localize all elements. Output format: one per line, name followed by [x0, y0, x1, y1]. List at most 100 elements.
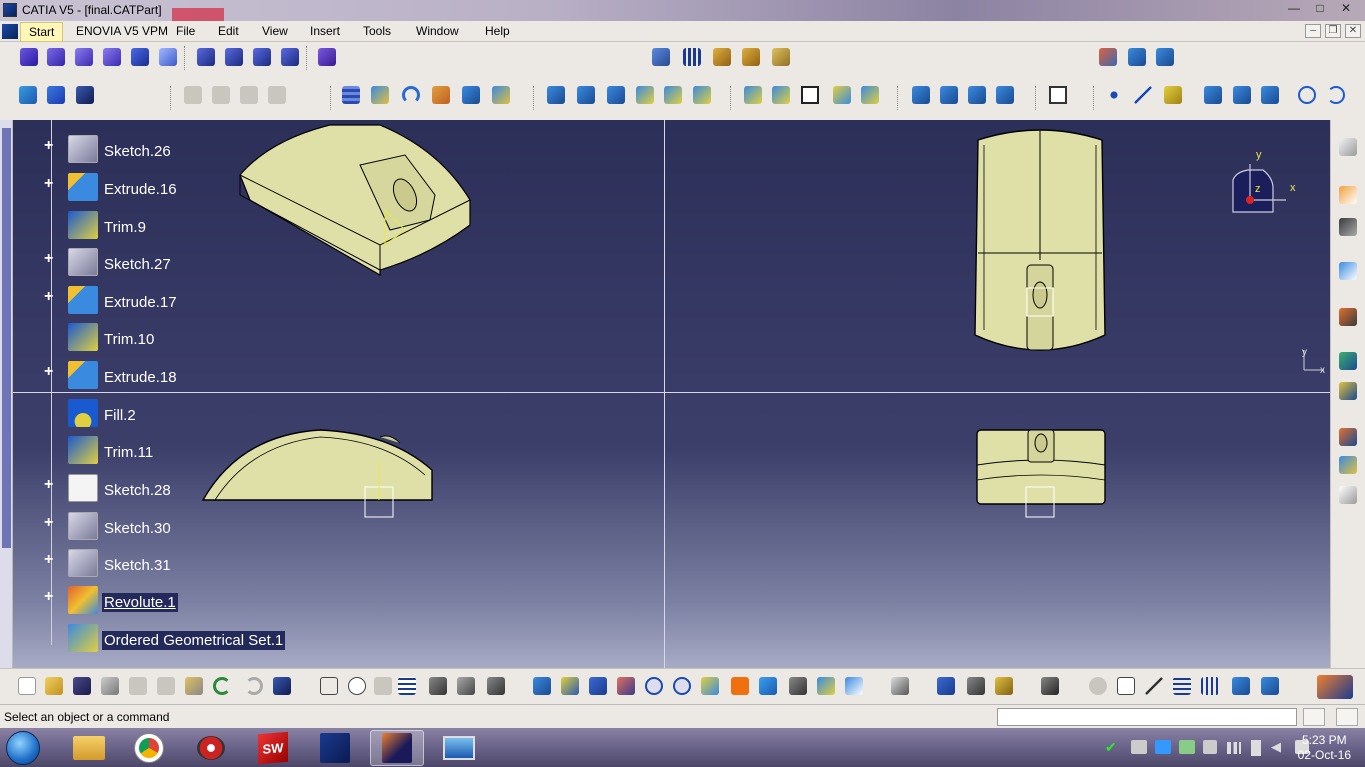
tree-node-label[interactable]: Extrude.16: [102, 180, 179, 199]
expand-plus-icon[interactable]: +: [44, 552, 57, 568]
fillet-icon[interactable]: [742, 84, 764, 106]
checkmark-icon[interactable]: ✔: [1105, 740, 1119, 754]
menu-file[interactable]: File: [176, 24, 195, 38]
expand-plus-icon[interactable]: +: [44, 589, 57, 605]
boundary-icon[interactable]: [1259, 84, 1281, 106]
line-icon[interactable]: [1132, 84, 1154, 106]
split-tool-icon[interactable]: [279, 46, 301, 68]
sketcher-icon[interactable]: [1047, 84, 1069, 106]
fly-icon[interactable]: [531, 675, 553, 697]
media-player-task-icon[interactable]: [184, 730, 238, 766]
doc-close-button[interactable]: ✕: [1345, 24, 1361, 38]
normal-view-icon[interactable]: [699, 675, 721, 697]
curve-tool-icon[interactable]: [369, 84, 391, 106]
pan-icon[interactable]: [587, 675, 609, 697]
circle-icon[interactable]: [1296, 84, 1318, 106]
tree-node-label[interactable]: Trim.9: [102, 218, 148, 237]
blend-surface-icon[interactable]: [545, 84, 567, 106]
save-icon[interactable]: [71, 675, 93, 697]
tree-node-label[interactable]: Extrude.18: [102, 368, 179, 387]
translate-icon[interactable]: [859, 84, 881, 106]
grid-view-icon[interactable]: [1199, 675, 1221, 697]
expand-plus-icon[interactable]: +: [44, 364, 57, 380]
transform-1-icon[interactable]: [910, 84, 932, 106]
arc-tool-icon[interactable]: [400, 84, 422, 106]
hide-show-icon[interactable]: [815, 675, 837, 697]
point-grid-icon[interactable]: [340, 84, 362, 106]
menu-window[interactable]: Window: [416, 24, 459, 38]
3ds-task-icon[interactable]: [308, 730, 362, 766]
photo-viewer-task-icon[interactable]: [432, 730, 486, 766]
menu-insert[interactable]: Insert: [310, 24, 340, 38]
render-icon[interactable]: [1337, 380, 1359, 402]
tray-device-icon[interactable]: [1203, 740, 1217, 754]
square-icon[interactable]: [799, 84, 821, 106]
turn-head-icon[interactable]: [1154, 46, 1176, 68]
measure-between-icon[interactable]: [935, 675, 957, 697]
doc-minimize-button[interactable]: –: [1305, 24, 1321, 38]
minimize-button[interactable]: —: [1281, 0, 1307, 18]
walk-mode-icon[interactable]: [1126, 46, 1148, 68]
zoom-in-icon[interactable]: [643, 675, 665, 697]
workbench-icon[interactable]: [1337, 136, 1359, 158]
menu-enovia[interactable]: ENOVIA V5 VPM: [76, 24, 168, 38]
command-input[interactable]: [997, 708, 1297, 726]
select-tool-icon[interactable]: [17, 84, 39, 106]
point-icon[interactable]: [1103, 84, 1125, 106]
shading-icon[interactable]: [787, 675, 809, 697]
join-icon[interactable]: [691, 84, 713, 106]
rotate-icon[interactable]: [615, 675, 637, 697]
fill-tool-icon[interactable]: [129, 46, 151, 68]
tree-node-label[interactable]: Sketch.27: [102, 255, 173, 274]
fly-mode-icon[interactable]: [1097, 46, 1119, 68]
cube-view-icon[interactable]: [1259, 675, 1281, 697]
catia-task-icon[interactable]: [370, 730, 424, 766]
hand-grab-icon[interactable]: [1115, 675, 1137, 697]
print-icon[interactable]: [99, 675, 121, 697]
paste-icon[interactable]: [183, 675, 205, 697]
tree-node-label[interactable]: Trim.10: [102, 330, 156, 349]
expand-plus-icon[interactable]: +: [44, 515, 57, 531]
fit-all-icon[interactable]: [559, 675, 581, 697]
status-button-2[interactable]: [1336, 708, 1358, 726]
status-button-1[interactable]: [1303, 708, 1325, 726]
maximize-button[interactable]: □: [1307, 0, 1333, 18]
measure-tool-icon[interactable]: [740, 46, 762, 68]
chrome-task-icon[interactable]: [122, 730, 176, 766]
menu-view[interactable]: View: [262, 24, 288, 38]
multi-section-icon[interactable]: [634, 84, 656, 106]
close-button[interactable]: ✕: [1333, 0, 1359, 18]
tree-node-label[interactable]: Trim.11: [102, 443, 155, 462]
transform-3-icon[interactable]: [966, 84, 988, 106]
pad-tool-icon[interactable]: [195, 46, 217, 68]
mass-icon[interactable]: [993, 675, 1015, 697]
transform-2-icon[interactable]: [938, 84, 960, 106]
volume-icon[interactable]: ◀: [1271, 740, 1285, 754]
copy-icon[interactable]: [155, 675, 177, 697]
solidworks-task-icon[interactable]: SW: [246, 730, 300, 766]
grid-tool-icon[interactable]: [681, 46, 703, 68]
tree-node-label[interactable]: Fill.2: [102, 406, 138, 425]
revolve-surface-icon[interactable]: [575, 84, 597, 106]
refresh-icon[interactable]: [1087, 675, 1109, 697]
thickness-tool-icon[interactable]: [251, 46, 273, 68]
sweep-surface-icon[interactable]: [490, 84, 512, 106]
catia-document-icon[interactable]: [2, 24, 18, 39]
document-icon[interactable]: [1337, 484, 1359, 506]
transform-4-icon[interactable]: [994, 84, 1016, 106]
catalog-tool-icon[interactable]: [45, 84, 67, 106]
expand-plus-icon[interactable]: +: [44, 176, 57, 192]
battery-icon[interactable]: [1251, 740, 1261, 756]
iso-view-icon[interactable]: [757, 675, 779, 697]
tray-network-app-icon[interactable]: [1179, 740, 1195, 754]
box-view-icon[interactable]: [1230, 675, 1252, 697]
doc-restore-button[interactable]: ❐: [1325, 24, 1341, 38]
loft-icon[interactable]: [662, 84, 684, 106]
camera-icon[interactable]: [1039, 675, 1061, 697]
parameters-icon[interactable]: [485, 675, 507, 697]
compass-widget[interactable]: y x z: [1228, 150, 1298, 220]
file-explorer-task-icon[interactable]: [62, 730, 116, 766]
comment-icon[interactable]: [346, 675, 368, 697]
tree-node-label[interactable]: Extrude.17: [102, 293, 179, 312]
new-file-icon[interactable]: [16, 675, 38, 697]
